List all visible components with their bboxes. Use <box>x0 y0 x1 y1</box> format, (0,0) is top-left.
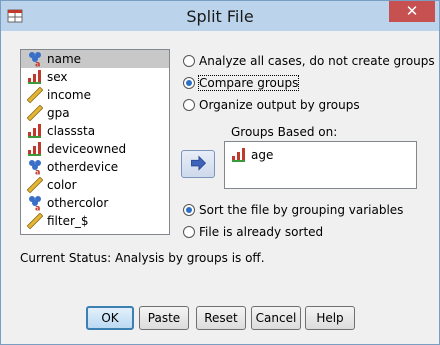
variable-item-income[interactable]: income <box>21 86 169 104</box>
nominal-bars-icon <box>28 124 41 138</box>
variable-item-name[interactable]: a name <box>21 50 169 68</box>
organize-output-label: Organize output by groups <box>199 98 360 112</box>
groups-based-on-label: Groups Based on: <box>231 125 338 139</box>
variable-item-classsta[interactable]: classsta <box>21 122 169 140</box>
variable-item-otherdevice[interactable]: a otherdevice <box>21 158 169 176</box>
variable-label: sex <box>47 70 68 84</box>
close-button[interactable]: ✕ <box>389 1 435 22</box>
scale-ruler-icon <box>27 213 43 229</box>
variable-label: name <box>47 52 82 66</box>
string-nominal-icon: a <box>29 160 41 176</box>
compare-groups-radio[interactable]: Compare groups <box>183 75 300 91</box>
radio-circle-selected[interactable] <box>183 204 195 216</box>
variable-label: otherdevice <box>47 160 119 174</box>
scale-ruler-icon <box>27 105 43 121</box>
radio-circle[interactable] <box>183 226 195 238</box>
already-sorted-radio[interactable]: File is already sorted <box>183 225 323 239</box>
sort-by-grouping-label: Sort the file by grouping variables <box>199 203 404 217</box>
variable-item-othercolor[interactable]: a othercolor <box>21 194 169 212</box>
variable-item-sex[interactable]: sex <box>21 68 169 86</box>
variable-label: color <box>47 178 77 192</box>
window-title: Split File <box>186 7 254 26</box>
compare-groups-label: Compare groups <box>197 75 300 91</box>
ok-button[interactable]: OK <box>86 306 134 330</box>
help-button[interactable]: Help <box>305 306 355 330</box>
variable-label: income <box>47 88 91 102</box>
variable-item-deviceowned[interactable]: deviceowned <box>21 140 169 158</box>
string-nominal-icon: a <box>29 52 41 68</box>
nominal-bars-icon <box>28 70 41 84</box>
radio-circle-selected[interactable] <box>183 77 195 89</box>
string-nominal-icon: a <box>29 196 41 212</box>
variable-item-filter[interactable]: filter_$ <box>21 212 169 230</box>
variable-label: classsta <box>47 124 96 138</box>
organize-output-radio[interactable]: Organize output by groups <box>183 98 360 112</box>
already-sorted-label: File is already sorted <box>199 225 324 239</box>
arrow-right-icon <box>191 155 207 171</box>
variable-list[interactable]: a name sex income gpa classsta deviceown… <box>20 49 170 235</box>
analyze-all-label: Analyze all cases, do not create groups <box>199 54 435 68</box>
title-bar[interactable]: Split File ✕ <box>1 1 439 31</box>
current-status: Current Status: Analysis by groups is of… <box>20 251 265 265</box>
variable-label: othercolor <box>47 196 109 210</box>
variable-item-gpa[interactable]: gpa <box>21 104 169 122</box>
sort-by-grouping-radio[interactable]: Sort the file by grouping variables <box>183 203 403 217</box>
variable-label: filter_$ <box>47 214 89 228</box>
analyze-all-radio[interactable]: Analyze all cases, do not create groups <box>183 54 435 68</box>
group-item-label: age <box>251 148 274 162</box>
radio-circle[interactable] <box>183 99 195 111</box>
svg-text:a: a <box>35 168 40 176</box>
cancel-button[interactable]: Cancel <box>251 306 301 330</box>
reset-button[interactable]: Reset <box>196 306 246 330</box>
variable-label: deviceowned <box>47 142 127 156</box>
variable-label: gpa <box>47 106 70 120</box>
groups-based-on-list[interactable]: age <box>224 141 417 189</box>
move-variable-button[interactable] <box>181 150 215 178</box>
svg-text:a: a <box>35 60 40 68</box>
variable-item-color[interactable]: color <box>21 176 169 194</box>
svg-text:a: a <box>35 204 40 212</box>
split-file-dialog: Split File ✕ a name sex income gpa class… <box>0 0 440 345</box>
radio-circle[interactable] <box>183 55 195 67</box>
paste-button[interactable]: Paste <box>139 306 189 330</box>
nominal-bars-icon <box>28 142 41 156</box>
scale-ruler-icon <box>27 87 43 103</box>
nominal-bars-icon <box>232 148 245 162</box>
group-item-age[interactable]: age <box>231 146 273 164</box>
scale-ruler-icon <box>27 177 43 193</box>
